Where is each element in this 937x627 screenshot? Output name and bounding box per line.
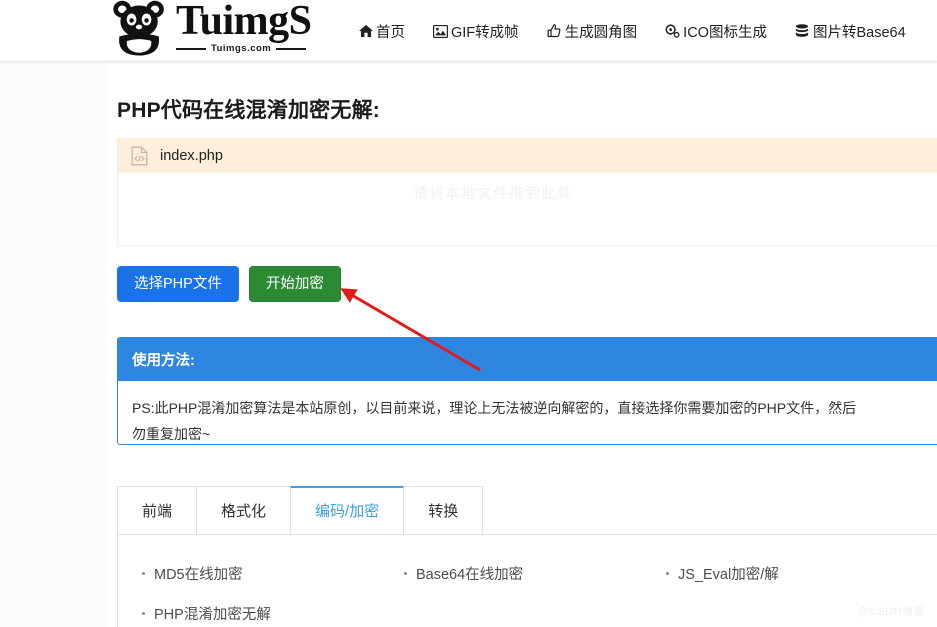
action-button-row: 选择PHP文件 开始加密 <box>117 266 937 302</box>
file-code-icon <box>131 146 148 166</box>
bullet-icon <box>142 611 145 615</box>
usage-panel-body: PS:此PHP混淆加密算法是本站原创，以目前来说，理论上无法被逆向解密的，直接选… <box>132 400 857 442</box>
brand-text: TuimgS Tuimgs.com <box>176 0 312 54</box>
gears-icon <box>665 24 680 39</box>
tool-link-label: Base64在线加密 <box>416 566 524 583</box>
list-item[interactable]: JS_Eval加密/解 <box>666 553 928 593</box>
watermark-text: @CSDN博客 <box>857 606 925 618</box>
nav-label-gif-frames: GIF转成帧 <box>451 24 519 41</box>
tab-convert[interactable]: 转换 <box>403 486 484 534</box>
panda-logo-icon <box>110 0 170 56</box>
grid-spacer <box>404 593 666 627</box>
list-item[interactable]: Base64在线加密 <box>404 553 666 593</box>
page-title: PHP代码在线混淆加密无解: <box>117 99 380 122</box>
tool-link-label: PHP混淆加密无解 <box>154 606 271 623</box>
nav-item-gif-frames[interactable]: GIF转成帧 <box>419 21 533 42</box>
site-header: TuimgS Tuimgs.com 首页 GIF转成帧 生成圆角图 ICO图标生… <box>0 0 937 62</box>
nav-item-home[interactable]: 首页 <box>358 21 419 42</box>
list-item[interactable]: MD5在线加密 <box>142 553 404 593</box>
nav-item-rounded-image[interactable]: 生成圆角图 <box>533 21 652 42</box>
usage-panel: 使用方法: PS:此PHP混淆加密算法是本站原创，以目前来说，理论上无法被逆向解… <box>117 337 937 445</box>
nav-label-rounded-image: 生成圆角图 <box>564 24 638 41</box>
nav-label-home: 首页 <box>376 24 405 41</box>
brand-logo[interactable]: TuimgS Tuimgs.com <box>110 0 312 60</box>
bullet-icon <box>142 571 145 575</box>
image-icon <box>433 24 448 39</box>
bullet-icon <box>666 571 669 575</box>
nav-item-image-to-base64[interactable]: 图片转Base64 <box>781 21 920 42</box>
tab-frontend[interactable]: 前端 <box>117 486 198 534</box>
app-screen: TuimgS Tuimgs.com 首页 GIF转成帧 生成圆角图 ICO图标生… <box>0 0 937 627</box>
dropzone-hint: 请将本地文件拖到此处 <box>412 185 573 202</box>
page-left-gutter <box>0 63 108 627</box>
nav-label-image-to-base64: 图片转Base64 <box>812 24 906 41</box>
nav-label-ico-generate: ICO图标生成 <box>683 24 767 41</box>
main-nav: 首页 GIF转成帧 生成圆角图 ICO图标生成 图片转Base64 <box>358 0 920 62</box>
tool-link-label: JS_Eval加密/解 <box>678 566 779 583</box>
selected-file-row[interactable]: index.php <box>118 138 937 173</box>
tools-tabpanel: MD5在线加密 PHP混淆加密无解 Base64在线加密 JS_Eval加密/解 <box>117 535 937 627</box>
tools-tabs-section: 前端 格式化 编码/加密 转换 MD5在线加密 PHP混淆加密无解 Base64… <box>117 486 937 627</box>
file-dropzone[interactable]: index.php 请将本地文件拖到此处 <box>117 138 937 246</box>
selected-file-name: index.php <box>160 147 223 164</box>
list-item[interactable]: PHP混淆加密无解 <box>142 593 404 627</box>
brand-name: TuimgS <box>176 0 312 44</box>
bullet-icon <box>404 571 407 575</box>
content-card: PHP代码在线混淆加密无解: index.php 请将本地文件拖到此处 选择PH… <box>108 63 937 627</box>
tab-format[interactable]: 格式化 <box>196 486 292 534</box>
start-encrypt-button[interactable]: 开始加密 <box>248 266 341 302</box>
database-icon <box>795 24 810 39</box>
tab-encode-encrypt[interactable]: 编码/加密 <box>290 486 405 534</box>
tool-link-grid: MD5在线加密 PHP混淆加密无解 Base64在线加密 JS_Eval加密/解 <box>118 553 937 627</box>
tool-link-label: MD5在线加密 <box>154 566 243 583</box>
home-icon <box>358 24 373 39</box>
select-php-file-button[interactable]: 选择PHP文件 <box>117 266 239 302</box>
nav-item-ico-generate[interactable]: ICO图标生成 <box>651 21 781 42</box>
thumbs-up-icon <box>547 24 562 39</box>
brand-subtitle: Tuimgs.com <box>211 43 272 54</box>
usage-panel-title: 使用方法: <box>118 338 937 381</box>
tools-tablist: 前端 格式化 编码/加密 转换 <box>117 486 937 535</box>
